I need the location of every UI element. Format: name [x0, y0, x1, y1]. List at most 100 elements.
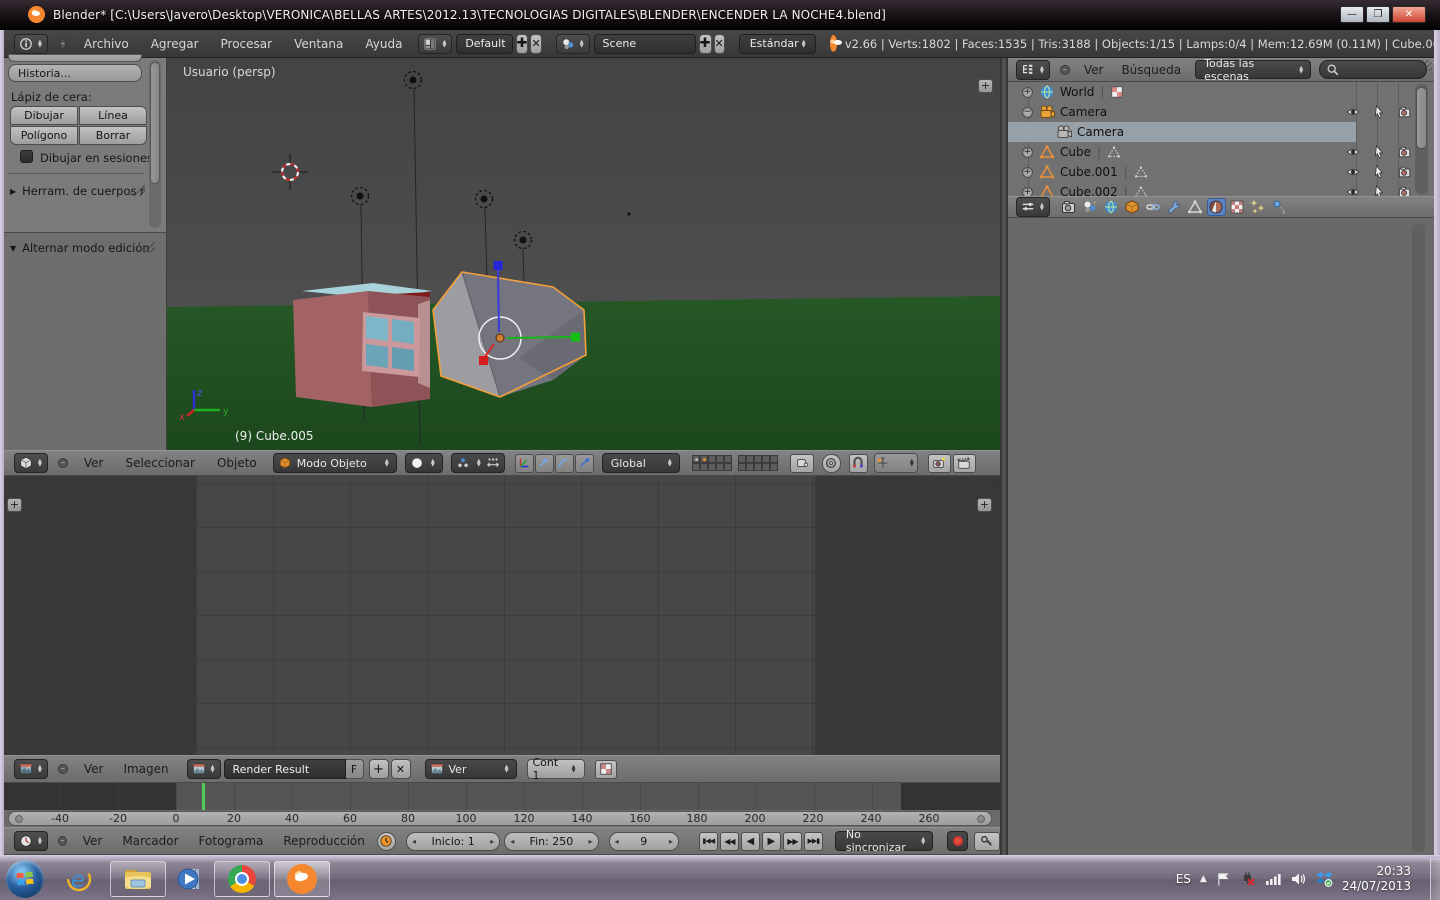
history-button[interactable]: Historia... — [8, 64, 142, 82]
image-name-field[interactable]: Render Result — [224, 759, 346, 779]
next-keyframe-button[interactable]: ▶▶ — [783, 832, 802, 851]
rigid-body-panel-header[interactable]: ▶ Herram. de cuerpos r — [10, 184, 145, 198]
renderability-camera-icon[interactable] — [1398, 185, 1412, 196]
opengl-render-button[interactable] — [928, 454, 951, 473]
tab-object-data[interactable] — [1186, 198, 1205, 216]
collapse-icon[interactable]: − — [1022, 107, 1033, 118]
play-button[interactable]: ▶ — [762, 832, 781, 851]
taskbar-wmp-button[interactable] — [170, 861, 210, 897]
lock-to-scene-button[interactable] — [790, 454, 814, 473]
tray-clock[interactable]: 20:33 24/07/2013 — [1342, 864, 1411, 894]
jump-end-button[interactable]: ▶▶▮ — [804, 832, 823, 851]
outliner-search-input[interactable] — [1319, 60, 1427, 79]
outliner-scrollbar-thumb[interactable] — [1416, 87, 1427, 149]
action-center-flag-icon[interactable] — [1216, 872, 1231, 887]
language-indicator[interactable]: ES — [1176, 872, 1191, 886]
outliner-row-cube002[interactable]: + Cube.002 | — [1008, 182, 1434, 196]
gizmo-z-handle[interactable] — [494, 261, 503, 270]
layer-grid-2[interactable] — [738, 455, 778, 471]
selectability-cursor-icon[interactable] — [1372, 185, 1386, 196]
repeat-button-partial[interactable] — [8, 54, 142, 62]
menu-marcador[interactable]: Marcador — [122, 834, 178, 848]
outliner-row-cube001[interactable]: + Cube.001 | — [1008, 162, 1434, 182]
snap-element-select[interactable]: ▲▼ — [874, 453, 918, 473]
tab-particles[interactable] — [1249, 198, 1268, 216]
viewport-3d[interactable]: z y x Usuario (persp) (9) Cube.005 + — [167, 58, 1000, 450]
dropbox-icon[interactable] — [1316, 871, 1333, 887]
expand-icon[interactable]: + — [1022, 147, 1033, 158]
display-channels-select[interactable]: Ver▲▼ — [425, 759, 517, 779]
visibility-eye-icon[interactable] — [1346, 145, 1360, 159]
manipulator-scale-button[interactable] — [555, 454, 574, 473]
taskbar-explorer-button[interactable] — [110, 861, 166, 897]
sync-select[interactable]: No sincronizar▲▼ — [835, 831, 933, 851]
timeline-scroller[interactable]: -40 -20 0 20 40 60 80 100 120 140 160 18… — [0, 810, 1000, 827]
layout-name-field[interactable]: Default — [456, 34, 512, 54]
close-button[interactable]: ✕ — [1392, 6, 1426, 23]
editor-type-select[interactable]: ▲▼ — [14, 34, 48, 54]
image-editor-type-select[interactable]: ▲▼ — [14, 759, 48, 779]
outliner-row-camera-data[interactable]: Camera — [1008, 122, 1356, 142]
autokey-mode-button[interactable] — [974, 832, 1000, 851]
frame-end-field[interactable]: ◂Fin: 250▸ — [504, 832, 598, 851]
menu-ver[interactable]: Ver — [1084, 63, 1104, 77]
tab-modifiers[interactable] — [1165, 198, 1184, 216]
tray-expand-icon[interactable]: ▲ — [1200, 874, 1207, 884]
tab-texture[interactable] — [1228, 198, 1247, 216]
menu-ventana[interactable]: Ventana — [294, 37, 343, 51]
frame-start-field[interactable]: ◂Inicio: 1▸ — [406, 832, 500, 851]
volume-icon[interactable] — [1291, 872, 1307, 886]
menu-objeto[interactable]: Objeto — [217, 456, 257, 470]
manipulator-rotate-button[interactable] — [535, 454, 554, 473]
expand-icon[interactable]: + — [1022, 187, 1033, 197]
taskbar-blender-button[interactable] — [274, 861, 330, 897]
network-signal-icon[interactable] — [1265, 872, 1282, 886]
play-reverse-button[interactable]: ◀ — [741, 832, 760, 851]
toolshelf-scrollbar-track[interactable] — [149, 60, 161, 228]
collapse-menus-button[interactable]: – — [58, 458, 68, 468]
tab-physics[interactable] — [1270, 198, 1289, 216]
outliner-display-select[interactable]: Todas las escenas▲▼ — [1195, 60, 1311, 79]
menu-agregar[interactable]: Agregar — [151, 37, 199, 51]
current-frame-field[interactable]: ◂9▸ — [609, 832, 679, 851]
timeline-scrollbar[interactable] — [8, 811, 992, 826]
menu-procesar[interactable]: Procesar — [221, 37, 273, 51]
image-unlink-button[interactable]: ✕ — [391, 759, 411, 779]
menu-reproduccion[interactable]: Reproducción — [283, 834, 365, 848]
orientation-select[interactable]: Global▲▼ — [602, 453, 680, 473]
gp-sessions-checkbox[interactable] — [20, 150, 33, 163]
menu-fotograma[interactable]: Fotograma — [199, 834, 264, 848]
tab-world[interactable] — [1102, 198, 1121, 216]
selectability-cursor-icon[interactable] — [1372, 165, 1386, 179]
outliner-row-cube[interactable]: + Cube | — [1008, 142, 1434, 162]
region-splitter[interactable] — [1000, 58, 1008, 858]
layout-add-button[interactable]: ✚ — [516, 34, 529, 54]
pivot-select[interactable]: ▲▼ — [451, 453, 505, 473]
region-expand-tab[interactable]: + — [978, 79, 993, 93]
gizmo-x-handle[interactable] — [479, 356, 488, 365]
outliner-scrollbar-track[interactable] — [1415, 84, 1428, 194]
region-expand-tab-right[interactable]: + — [977, 498, 992, 512]
timeline-editor-type-select[interactable]: ▲▼ — [14, 831, 48, 851]
opengl-render-anim-button[interactable] — [953, 454, 976, 473]
toolshelf-scrollbar-thumb[interactable] — [150, 62, 160, 184]
house-object[interactable] — [293, 283, 432, 407]
proportional-edit-button[interactable] — [822, 454, 841, 473]
viewport-editor-type-select[interactable]: ▲▼ — [14, 453, 48, 473]
renderability-camera-icon[interactable] — [1398, 145, 1412, 159]
render-slot-select[interactable]: Cont 1▲▼ — [527, 759, 585, 779]
shading-select[interactable]: ▲▼ — [405, 453, 443, 473]
scrollbar-end-cap[interactable] — [977, 815, 985, 823]
maximize-button[interactable]: ❐ — [1366, 6, 1390, 23]
mask-mode-button[interactable] — [595, 760, 617, 779]
collapse-menus-button[interactable]: – — [58, 764, 68, 774]
show-desktop-button[interactable] — [1430, 858, 1440, 900]
menu-archivo[interactable]: Archivo — [84, 37, 129, 51]
collapse-menus-button[interactable]: – — [1060, 65, 1070, 75]
scene-name-field[interactable]: Scene — [594, 34, 696, 54]
expand-icon[interactable]: + — [1022, 167, 1033, 178]
menu-ver[interactable]: Ver — [84, 762, 104, 776]
tab-render[interactable] — [1060, 198, 1079, 216]
start-button[interactable] — [6, 860, 44, 898]
manipulator-translate-button[interactable] — [515, 454, 534, 473]
